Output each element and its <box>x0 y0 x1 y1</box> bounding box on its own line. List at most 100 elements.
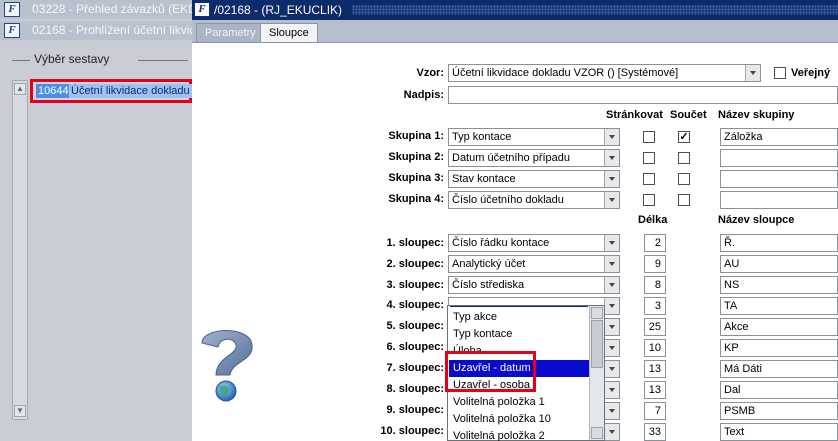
group-1-name-input[interactable]: Záložka <box>720 128 838 146</box>
column-7-name-input[interactable]: Má Dáti <box>720 360 838 378</box>
column-2-select[interactable]: Analytický účet <box>448 255 620 273</box>
dropdown-option[interactable]: Volitelná položka 1 <box>449 394 589 411</box>
app-logo-icon: F <box>194 2 210 17</box>
scroll-down-icon[interactable] <box>591 427 603 439</box>
chevron-down-icon[interactable] <box>604 403 619 419</box>
column-5-name-input[interactable]: Akce <box>720 318 838 336</box>
column-8-length-input[interactable]: 13 <box>644 381 666 399</box>
chevron-down-icon[interactable] <box>604 277 619 293</box>
column-8-name-input[interactable]: Dal <box>720 381 838 399</box>
chevron-down-icon[interactable] <box>604 171 619 187</box>
group-2-strankovat-checkbox[interactable] <box>643 152 655 164</box>
group-3-soucet-checkbox[interactable] <box>678 173 690 185</box>
column-1-name-input[interactable]: Ř. <box>720 234 838 252</box>
column-4-name-input[interactable]: TA <box>720 297 838 315</box>
chevron-down-icon[interactable] <box>604 361 619 377</box>
column-4-length-input[interactable]: 3 <box>644 297 666 315</box>
group-4-value: Číslo účetního dokladu <box>452 194 564 206</box>
group-3-label: Skupina 3: <box>388 172 444 184</box>
group-3-strankovat-checkbox[interactable] <box>643 173 655 185</box>
tab-strip: Parametry Sloupce <box>192 20 838 42</box>
group-2-soucet-checkbox[interactable] <box>678 152 690 164</box>
column-1-value: Číslo řádku kontace <box>452 237 550 249</box>
scroll-up-icon[interactable]: ▲ <box>14 83 26 95</box>
scroll-up-icon[interactable] <box>591 307 603 319</box>
group-3-name-input[interactable] <box>720 170 838 188</box>
background-window-title-2[interactable]: F 02168 - Prohlížení účetní likvid <box>0 21 192 40</box>
column-6-length-input[interactable]: 10 <box>644 339 666 357</box>
dropdown-option[interactable]: Typ akce <box>449 309 589 326</box>
group-2-name-input[interactable] <box>720 149 838 167</box>
group-2-label: Skupina 2: <box>388 151 444 163</box>
verejny-checkbox[interactable] <box>774 67 786 79</box>
column-2-length-input[interactable]: 9 <box>644 255 666 273</box>
tab-sloupce[interactable]: Sloupce <box>260 23 318 42</box>
column-6-name-input[interactable]: KP <box>720 339 838 357</box>
section-label: Výběr sestavy <box>34 52 110 66</box>
dropdown-option[interactable]: Typ kontace <box>449 326 589 343</box>
column-10-length-input[interactable]: 33 <box>644 423 666 441</box>
main-window-title-bar[interactable]: F /02168 - (RJ_EKUCLIK) <box>192 0 838 20</box>
column-8-label: 8. sloupec: <box>386 383 444 395</box>
group-2-select[interactable]: Datum účetního případu <box>448 149 620 167</box>
column-9-length-input[interactable]: 7 <box>644 402 666 420</box>
group-4-select[interactable]: Číslo účetního dokladu <box>448 191 620 209</box>
vzor-select[interactable]: Účetní likvidace dokladu VZOR () [Systém… <box>448 64 761 82</box>
tab-parametry[interactable]: Parametry <box>196 23 265 42</box>
vzor-label: Vzor: <box>416 67 445 79</box>
report-tree-item[interactable]: 10644 Účetní likvidace dokladu <box>30 79 195 103</box>
report-selection-panel: Výběr sestavy ▲ ▼ 10644 Účetní likvidace… <box>0 44 195 441</box>
scroll-down-icon[interactable]: ▼ <box>14 405 26 417</box>
chevron-down-icon[interactable] <box>604 298 619 314</box>
scrollbar-thumb[interactable] <box>591 320 603 368</box>
verejny-label: Veřejný <box>791 67 831 79</box>
column-3-select[interactable]: Číslo střediska <box>448 276 620 294</box>
dropdown-scrollbar[interactable] <box>589 306 604 440</box>
app-logo-icon: F <box>4 23 20 38</box>
dropdown-option[interactable]: Volitelná položka 2 <box>449 428 589 441</box>
column-1-select[interactable]: Číslo řádku kontace <box>448 234 620 252</box>
group-3-select[interactable]: Stav kontace <box>448 170 620 188</box>
group-1-select[interactable]: Typ kontace <box>448 128 620 146</box>
report-code: 10644 <box>36 84 71 98</box>
column-10-name-input[interactable]: Text <box>720 423 838 441</box>
group-4-strankovat-checkbox[interactable] <box>643 194 655 206</box>
main-window: F /02168 - (RJ_EKUCLIK) Parametry Sloupc… <box>192 0 838 441</box>
divider <box>12 60 30 61</box>
chevron-down-icon[interactable] <box>604 424 619 440</box>
dropdown-blank-option[interactable] <box>450 306 588 308</box>
title-bar-grip <box>352 5 838 15</box>
column-9-name-input[interactable]: PSMB <box>720 402 838 420</box>
column-2-name-input[interactable]: AU <box>720 255 838 273</box>
column-5-length-input[interactable]: 25 <box>644 318 666 336</box>
group-1-soucet-checkbox[interactable]: ✓ <box>678 131 690 143</box>
help-question-icon <box>201 330 253 402</box>
chevron-down-icon[interactable] <box>604 256 619 272</box>
column-1-length-input[interactable]: 2 <box>644 234 666 252</box>
dropdown-option[interactable]: Volitelná položka 10 <box>449 411 589 428</box>
chevron-down-icon[interactable] <box>745 65 760 81</box>
column-7-length-input[interactable]: 13 <box>644 360 666 378</box>
chevron-down-icon[interactable] <box>604 129 619 145</box>
nadpis-input[interactable] <box>448 86 838 104</box>
chevron-down-icon[interactable] <box>604 340 619 356</box>
vertical-scrollbar[interactable]: ▲ ▼ <box>12 80 28 420</box>
column-1-label: 1. sloupec: <box>386 237 444 249</box>
column-3-value: Číslo střediska <box>452 279 525 291</box>
bg-title-2-text: 02168 - Prohlížení účetní likvid <box>32 23 192 37</box>
column-3-length-input[interactable]: 8 <box>644 276 666 294</box>
chevron-down-icon[interactable] <box>604 150 619 166</box>
column-3-name-input[interactable]: NS <box>720 276 838 294</box>
group-4-soucet-checkbox[interactable] <box>678 194 690 206</box>
group-3-value: Stav kontace <box>452 173 516 185</box>
chevron-down-icon[interactable] <box>604 382 619 398</box>
chevron-down-icon[interactable] <box>604 192 619 208</box>
background-window: F 03228 - Přehled závazků (EKDO F 02168 … <box>0 0 195 441</box>
background-window-title-1[interactable]: F 03228 - Přehled závazků (EKDO <box>0 0 192 19</box>
group-1-strankovat-checkbox[interactable] <box>643 131 655 143</box>
column-4-label: 4. sloupec: <box>386 299 444 311</box>
chevron-down-icon[interactable] <box>604 319 619 335</box>
chevron-down-icon[interactable] <box>604 235 619 251</box>
column-6-label: 6. sloupec: <box>386 341 444 353</box>
group-4-name-input[interactable] <box>720 191 838 209</box>
